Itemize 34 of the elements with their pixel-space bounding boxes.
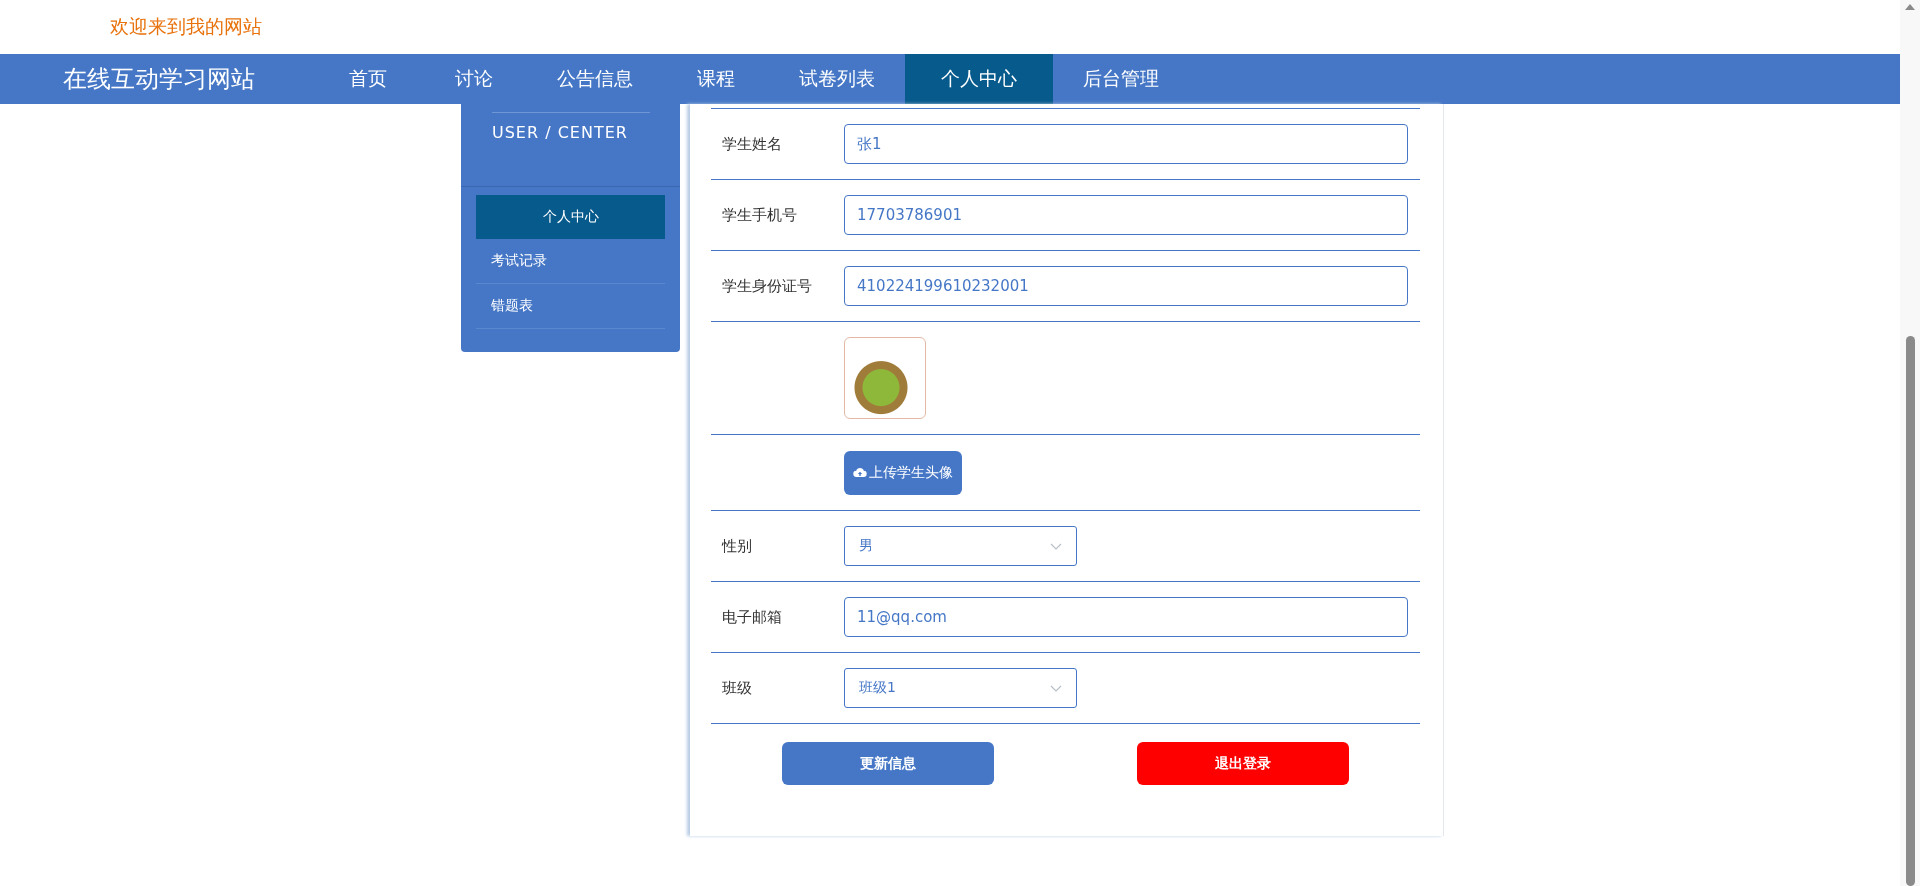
nav-link[interactable]: 后台管理	[1053, 54, 1189, 104]
nav-link[interactable]: 讨论	[421, 54, 527, 104]
chevron-down-icon	[1050, 542, 1062, 550]
cloud-upload-icon	[853, 467, 867, 478]
field-label: 性别	[720, 536, 753, 556]
dropdown[interactable]: 男	[844, 526, 1077, 566]
input-field[interactable]: 11@qq.com	[844, 597, 1408, 637]
update-button[interactable]: 更新信息	[782, 742, 995, 785]
field-label: 学生姓名	[721, 134, 783, 154]
site-title[interactable]: 在线互动学习网站	[63, 63, 315, 95]
nav-link[interactable]: 个人中心	[905, 54, 1053, 104]
input-field[interactable]: 17703786901	[844, 195, 1408, 235]
nav-link[interactable]: 公告信息	[527, 54, 663, 104]
welcome-text: 欢迎来到我的网站	[110, 14, 262, 39]
field-label: 学生身份证号	[721, 276, 813, 296]
sidebar-title: USER / CENTER	[492, 112, 650, 142]
scrollbar[interactable]	[1900, 0, 1920, 886]
nav-link[interactable]: 课程	[663, 54, 769, 104]
upload-button[interactable]: 上传学生头像	[844, 450, 962, 495]
nav-link[interactable]: 试卷列表	[769, 54, 905, 104]
dropdown[interactable]: 班级1	[844, 668, 1077, 708]
scroll-up-icon[interactable]	[1905, 4, 1915, 10]
nav-link[interactable]: 首页	[315, 54, 421, 104]
sidebar-item[interactable]: 错题表	[476, 284, 665, 329]
sidebar-item[interactable]: 个人中心	[476, 195, 665, 239]
scrollbar-thumb[interactable]	[1905, 336, 1915, 886]
field-label: 学生手机号	[721, 205, 798, 225]
chevron-down-icon	[1050, 684, 1062, 692]
field-label: 电子邮箱	[721, 607, 783, 627]
field-label: 班级	[721, 678, 753, 698]
input-field[interactable]: 410224199610232001	[844, 266, 1408, 306]
sidebar-item[interactable]: 考试记录	[476, 239, 665, 284]
logout-button[interactable]: 退出登录	[1136, 742, 1349, 785]
input-field[interactable]: 张1	[844, 124, 1408, 164]
